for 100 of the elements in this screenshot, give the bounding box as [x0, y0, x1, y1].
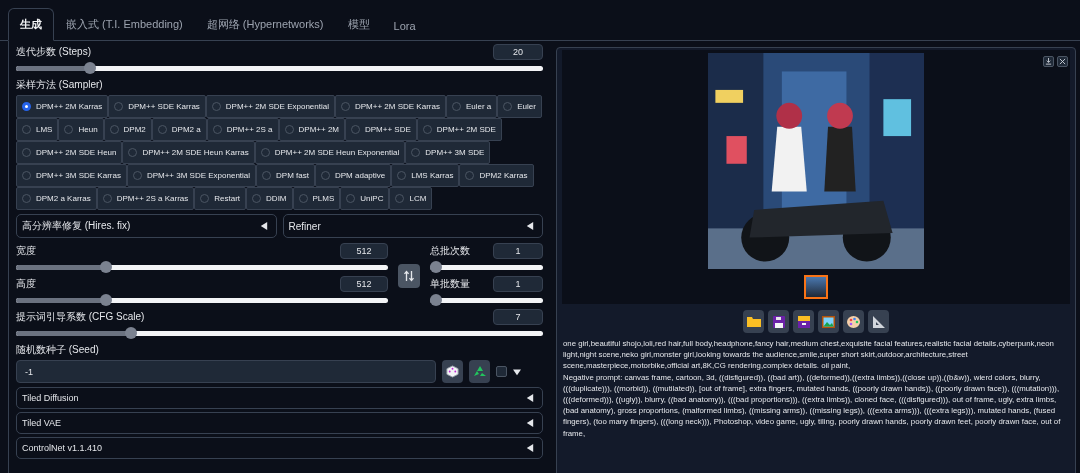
tab[interactable]: 超网络 (Hypernetworks): [194, 8, 336, 41]
radio-icon[interactable]: [22, 148, 31, 157]
caret-icon[interactable]: [513, 367, 521, 376]
accordion-header[interactable]: Refiner: [282, 214, 543, 238]
number-field[interactable]: 512: [340, 243, 388, 259]
reuse-button[interactable]: [469, 360, 490, 383]
slider-thumb[interactable]: [430, 294, 442, 306]
slider-thumb[interactable]: [100, 261, 113, 273]
slider[interactable]: [430, 294, 543, 306]
slider[interactable]: [16, 327, 543, 339]
save-button[interactable]: [768, 310, 789, 333]
folder-button[interactable]: [743, 310, 764, 333]
radio-option[interactable]: DPM++ 2M: [278, 118, 345, 141]
accordion-header[interactable]: Tiled VAE: [16, 412, 543, 434]
radio-icon[interactable]: [211, 102, 221, 111]
seed-field[interactable]: -1: [16, 360, 436, 383]
radio-option[interactable]: DPM++ 2S a: [206, 118, 279, 141]
radio-option[interactable]: PLMS: [292, 187, 341, 210]
radio-icon[interactable]: [465, 171, 475, 180]
accordion-header[interactable]: ControlNet v1.1.410: [16, 437, 543, 459]
accordion-header[interactable]: 高分辨率修复 (Hires. fix): [16, 214, 277, 238]
image-button[interactable]: [818, 310, 839, 333]
radio-option[interactable]: DPM++ 3M SDE Karras: [16, 164, 127, 187]
slider[interactable]: [16, 261, 388, 273]
radio-icon[interactable]: [22, 125, 31, 134]
slider[interactable]: [430, 261, 543, 273]
radio-icon[interactable]: [102, 194, 112, 203]
tab[interactable]: 模型: [335, 8, 382, 41]
radio-option[interactable]: DPM++ 2M SDE Heun Exponential: [254, 141, 406, 164]
radio-option[interactable]: DPM++ 2M SDE Karras: [335, 95, 446, 118]
radio-icon[interactable]: [503, 102, 513, 111]
slider-thumb[interactable]: [100, 294, 113, 306]
radio-option[interactable]: DPM++ 3M SDE: [405, 141, 491, 164]
radio-option[interactable]: DPM++ SDE: [345, 118, 417, 141]
accordion-header[interactable]: Tiled Diffusion: [16, 387, 543, 409]
radio-icon[interactable]: [114, 102, 124, 111]
radio-icon[interactable]: [451, 102, 461, 111]
radio-icon[interactable]: [212, 125, 222, 134]
radio-icon[interactable]: [128, 148, 138, 157]
radio-option[interactable]: DPM2: [103, 118, 152, 141]
radio-option[interactable]: DPM++ 2M SDE Heun: [16, 141, 123, 164]
number-field[interactable]: 20: [493, 44, 543, 60]
radio-option[interactable]: DPM fast: [256, 164, 315, 187]
close-button[interactable]: [1057, 56, 1068, 67]
radio-icon[interactable]: [22, 194, 31, 203]
download-button[interactable]: [1043, 56, 1054, 67]
checkbox[interactable]: [496, 366, 507, 377]
radio-option[interactable]: DPM++ 2M SDE: [416, 118, 502, 141]
radio-option[interactable]: DDIM: [246, 187, 293, 210]
radio-icon[interactable]: [132, 171, 142, 180]
radio-option[interactable]: DPM++ 2M SDE Exponential: [205, 95, 335, 118]
number-field[interactable]: 1: [493, 276, 543, 292]
radio-option[interactable]: DPM2 Karras: [459, 164, 534, 187]
random-button[interactable]: [442, 360, 463, 383]
radio-option[interactable]: DPM2 a: [151, 118, 207, 141]
number-field[interactable]: 512: [340, 276, 388, 292]
radio-icon[interactable]: [351, 125, 360, 134]
radio-option[interactable]: DPM++ 2S a Karras: [96, 187, 195, 210]
radio-icon[interactable]: [22, 102, 31, 111]
ruler-button[interactable]: [868, 310, 889, 333]
radio-icon[interactable]: [260, 148, 270, 157]
palette-button[interactable]: [843, 310, 864, 333]
radio-icon[interactable]: [411, 148, 421, 157]
radio-icon[interactable]: [341, 102, 350, 111]
zip-button[interactable]: [793, 310, 814, 333]
radio-option[interactable]: DPM++ 2M SDE Heun Karras: [122, 141, 255, 164]
radio-option[interactable]: DPM++ 2M Karras: [16, 95, 109, 118]
radio-option[interactable]: DPM++ SDE Karras: [108, 95, 206, 118]
thumbnail[interactable]: [804, 275, 828, 299]
radio-icon[interactable]: [157, 125, 167, 134]
slider-thumb[interactable]: [125, 327, 138, 339]
radio-option[interactable]: UniPC: [340, 187, 390, 210]
slider-thumb[interactable]: [84, 62, 97, 74]
radio-option[interactable]: LMS: [16, 118, 59, 141]
radio-option[interactable]: Restart: [194, 187, 247, 210]
radio-icon[interactable]: [422, 125, 432, 134]
number-field[interactable]: 7: [493, 309, 543, 325]
radio-icon[interactable]: [298, 194, 308, 203]
swap-button[interactable]: [398, 264, 420, 288]
radio-option[interactable]: LCM: [389, 187, 433, 210]
radio-icon[interactable]: [262, 171, 272, 180]
radio-icon[interactable]: [64, 125, 74, 134]
radio-option[interactable]: LMS Karras: [391, 164, 460, 187]
radio-icon[interactable]: [200, 194, 210, 203]
slider-thumb[interactable]: [430, 261, 442, 273]
radio-option[interactable]: Euler a: [445, 95, 498, 118]
radio-option[interactable]: DPM++ 3M SDE Exponential: [126, 164, 257, 187]
number-field[interactable]: 1: [493, 243, 543, 259]
radio-icon[interactable]: [109, 125, 119, 134]
slider[interactable]: [16, 62, 543, 74]
radio-option[interactable]: DPM adaptive: [315, 164, 392, 187]
radio-icon[interactable]: [346, 194, 356, 203]
radio-icon[interactable]: [284, 125, 294, 134]
tab[interactable]: Lora: [381, 11, 428, 41]
radio-icon[interactable]: [22, 171, 31, 180]
radio-icon[interactable]: [397, 171, 407, 180]
tab[interactable]: 生成: [8, 8, 54, 41]
radio-option[interactable]: Euler: [497, 95, 542, 118]
slider[interactable]: [16, 294, 388, 306]
radio-icon[interactable]: [252, 194, 262, 203]
